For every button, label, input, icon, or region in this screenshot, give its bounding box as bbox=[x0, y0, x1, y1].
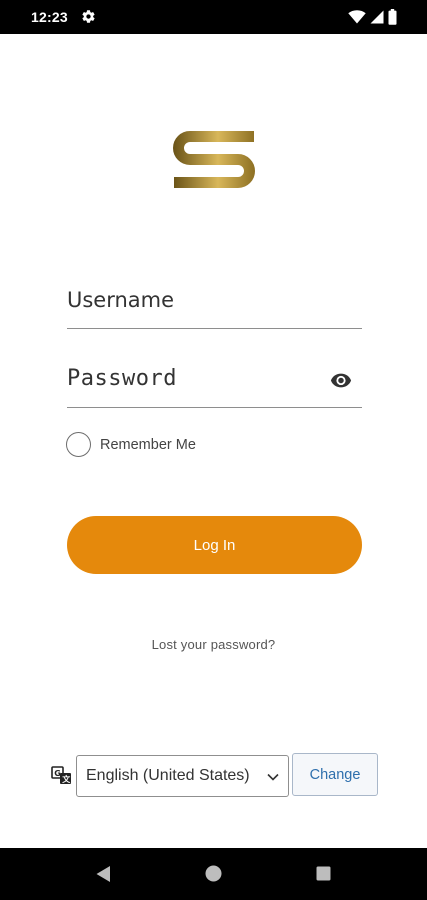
chevron-down-icon bbox=[267, 773, 279, 781]
password-placeholder: Password bbox=[67, 366, 177, 391]
username-placeholder: Username bbox=[67, 288, 175, 312]
remember-me-label: Remember Me bbox=[100, 436, 196, 453]
username-field[interactable]: Username bbox=[67, 278, 362, 329]
signal-icon bbox=[370, 10, 384, 24]
s-logo bbox=[173, 131, 255, 188]
remember-me[interactable]: Remember Me bbox=[66, 432, 196, 457]
home-icon[interactable] bbox=[205, 865, 222, 882]
status-time: 12:23 bbox=[31, 9, 68, 25]
wifi-icon bbox=[348, 10, 366, 24]
login-button[interactable]: Log In bbox=[67, 516, 362, 574]
svg-text:G: G bbox=[54, 769, 61, 778]
recents-icon[interactable] bbox=[316, 866, 331, 881]
eye-icon[interactable] bbox=[330, 372, 352, 388]
language-select[interactable]: English (United States) bbox=[76, 755, 289, 797]
lost-password-link[interactable]: Lost your password? bbox=[0, 637, 427, 652]
remember-me-radio[interactable] bbox=[66, 432, 91, 457]
svg-text:文: 文 bbox=[62, 774, 71, 784]
navigation-bar bbox=[0, 848, 427, 900]
translate-icon: G 文 bbox=[51, 766, 71, 784]
back-icon[interactable] bbox=[95, 865, 111, 883]
language-select-value: English (United States) bbox=[86, 767, 250, 784]
status-icons bbox=[348, 9, 397, 25]
gear-icon bbox=[82, 10, 95, 23]
password-field[interactable]: Password bbox=[67, 357, 362, 408]
battery-icon bbox=[388, 9, 397, 25]
status-bar: 12:23 bbox=[0, 0, 427, 34]
change-language-button[interactable]: Change bbox=[292, 753, 378, 796]
